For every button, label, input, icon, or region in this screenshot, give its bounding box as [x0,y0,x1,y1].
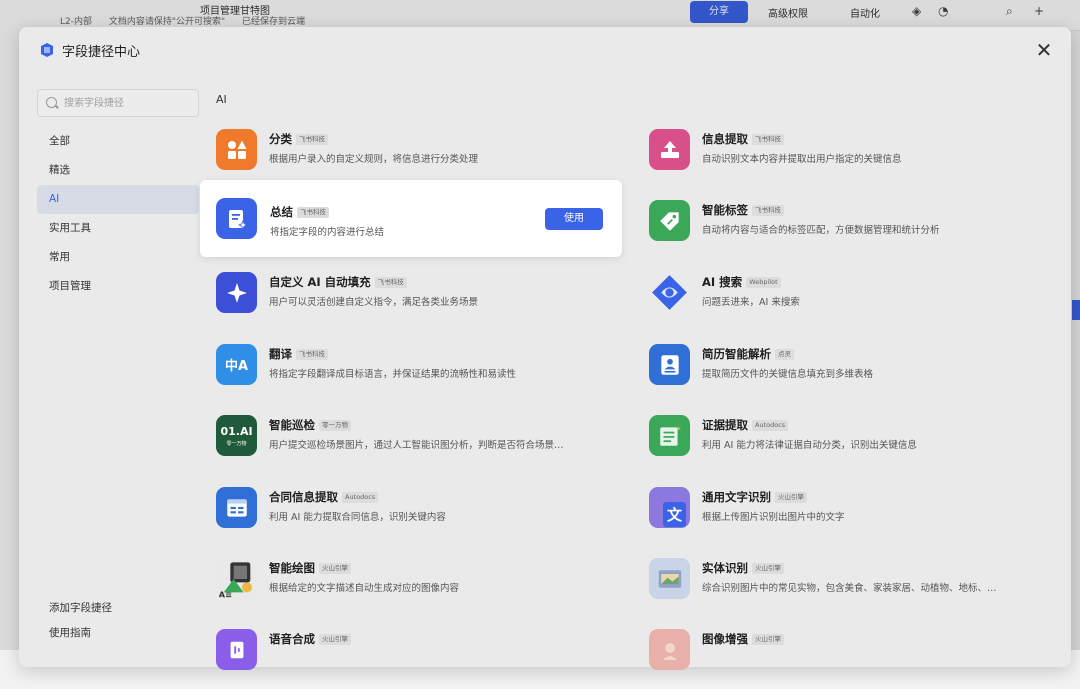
provider-tag: Autodocs [752,420,789,431]
dialog-header: 字段捷径中心 ✕ [19,27,1071,73]
search-field[interactable] [37,89,199,117]
dialog-title: 字段捷径中心 [62,45,141,60]
translate-icon: 中A [216,344,257,385]
shortcut-card-summarize[interactable]: 总结 飞书科技 将指定字段的内容进行总结 使用 [200,180,622,257]
card-title: 实体识别 火山引擎 [702,560,784,576]
card-title: 图像增强 火山引擎 [702,631,784,647]
nav-item-all[interactable]: 全部 [37,127,199,156]
close-icon[interactable]: ✕ [1033,39,1055,61]
card-description: 根据用户录入的自定义规则，将信息进行分类处理 [269,154,479,165]
card-description: 利用 AI 能力将法律证据自动分类，识别出关键信息 [702,440,917,451]
add-shortcut-link[interactable]: 添加字段捷径 [49,600,112,615]
shortcut-card-translate[interactable]: 中A 翻译 飞书科技 将指定字段翻译成目标语言，并保证结果的流畅性和易读性 [216,342,620,404]
card-title: 通用文字识别 火山引擎 [702,489,807,505]
provider-tag: 飞书科技 [296,349,328,360]
card-title: 语音合成 火山引擎 [269,631,351,647]
nav-item-common[interactable]: 常用 [37,243,199,272]
webpilot-icon [649,272,690,313]
card-description: 自动将内容与适合的标签匹配，方便数据管理和统计分析 [702,225,940,236]
01ai-logo-icon: 01.AI 零一万物 [216,415,257,456]
provider-tag: Webpilot [746,277,781,288]
shortcut-card-custom-ai-fill[interactable]: 自定义 AI 自动填充 飞书科技 用户可以灵活创建自定义指令，满足各类业务场景 [216,270,620,332]
card-title: 自定义 AI 自动填充 飞书科技 [269,274,407,290]
shortcut-card-info-extract[interactable]: 信息提取 飞书科技 自动识别文本内容并提取出用户指定的关键信息 [649,127,1053,189]
sparkle-icon [216,272,257,313]
card-title: 分类 飞书科技 [269,131,328,147]
card-description: 根据给定的文字描述自动生成对应的图像内容 [269,583,460,594]
provider-tag: 火山引擎 [752,563,784,574]
provider-tag: 零一万物 [319,420,351,431]
shortcut-card-evidence-extract[interactable]: 证据提取 Autodocs 利用 AI 能力将法律证据自动分类，识别出关键信息 [649,413,1053,475]
grid-icon [216,129,257,170]
ocr-glyph: 文 [662,502,686,527]
card-description: 利用 AI 能力提取合同信息，识别关键内容 [269,512,446,523]
ocr-icon: 文 [649,487,690,528]
category-nav: 全部 精选 AI 实用工具 常用 项目管理 [37,127,199,301]
image-gen-icon: A≡ [216,558,257,599]
provider-tag: 火山引擎 [319,634,351,645]
card-description: 将指定字段翻译成目标语言，并保证结果的流畅性和易读性 [269,369,517,380]
provider-tag: Autodocs [342,492,379,503]
shortcut-card-inspection[interactable]: 01.AI 零一万物 智能巡检 零一万物 用户提交巡检场景图片，通过人工智能识图分… [216,413,620,475]
card-description: 用户提交巡检场景图片，通过人工智能识图分析，判断是否符合场景… [269,440,564,451]
shortcut-card-entity-recognition[interactable]: 实体识别 火山引擎 综合识别图片中的常见实物，包含美食、家装家居、动植物、地标、… [649,556,1053,618]
extract-icon [649,129,690,170]
provider-tag: 飞书科技 [752,205,784,216]
card-description: 问题丢进来，AI 来搜索 [702,297,800,308]
card-title: 智能标签 飞书科技 [702,202,784,218]
svg-text:A≡: A≡ [218,589,231,599]
provider-tag: 飞书科技 [296,134,328,145]
tag-icon [649,200,690,241]
card-description: 自动识别文本内容并提取出用户指定的关键信息 [702,154,902,165]
search-icon [46,97,57,108]
summary-doc-icon [216,198,257,239]
field-shortcut-center-dialog: 字段捷径中心 ✕ 全部 精选 AI 实用工具 常用 项目管理 添加字段捷径 使用… [19,27,1071,670]
shortcut-card-image-enhance[interactable]: 图像增强 火山引擎 [649,627,1053,689]
shortcut-card-ocr[interactable]: 文 通用文字识别 火山引擎 根据上传图片识别出图片中的文字 [649,485,1053,547]
card-title: 简历智能解析 点灵 [702,346,794,362]
resume-icon [649,344,690,385]
card-description: 根据上传图片识别出图片中的文字 [702,512,845,523]
shortcut-card-smart-tag[interactable]: 智能标签 飞书科技 自动将内容与适合的标签匹配，方便数据管理和统计分析 [649,198,1053,260]
card-title: 信息提取 飞书科技 [702,131,784,147]
provider-tag: 飞书科技 [297,207,329,218]
shortcut-card-tts[interactable]: 语音合成 火山引擎 [216,627,620,689]
card-title: 合同信息提取 Autodocs [269,489,379,505]
card-description: 综合识别图片中的常见实物，包含美食、家装家居、动植物、地标、… [702,583,997,594]
shortcut-logo-icon [41,43,53,57]
search-input[interactable] [62,93,196,113]
contract-icon [216,487,257,528]
card-title: 总结 飞书科技 [270,204,329,220]
provider-tag: 火山引擎 [319,563,351,574]
provider-tag: 飞书科技 [752,134,784,145]
evidence-icon [649,415,690,456]
provider-tag: 火山引擎 [775,492,807,503]
shortcut-card-ai-search[interactable]: AI 搜索 Webpilot 问题丢进来，AI 来搜索 [649,270,1053,332]
shortcut-card-resume-parse[interactable]: 简历智能解析 点灵 提取简历文件的关键信息填充到多维表格 [649,342,1053,404]
nav-item-featured[interactable]: 精选 [37,156,199,185]
use-button[interactable]: 使用 [545,208,603,230]
card-description: 提取简历文件的关键信息填充到多维表格 [702,369,874,380]
card-title: 智能巡检 零一万物 [269,417,351,433]
logo-text: 01.AI [220,424,253,438]
entity-icon [649,558,690,599]
nav-item-tools[interactable]: 实用工具 [37,214,199,243]
section-title: AI [216,93,227,106]
card-title: 智能绘图 火山引擎 [269,560,351,576]
logo-subtext: 零一万物 [226,440,247,447]
card-title: 翻译 飞书科技 [269,346,328,362]
nav-item-ai[interactable]: AI [37,185,199,214]
provider-tag: 点灵 [775,349,794,360]
card-title: 证据提取 Autodocs [702,417,789,433]
user-guide-link[interactable]: 使用指南 [49,625,91,640]
shortcut-card-image-gen[interactable]: A≡ 智能绘图 火山引擎 根据给定的文字描述自动生成对应的图像内容 [216,556,620,618]
shortcut-card-contract-extract[interactable]: 合同信息提取 Autodocs 利用 AI 能力提取合同信息，识别关键内容 [216,485,620,547]
card-title: AI 搜索 Webpilot [702,274,781,290]
provider-tag: 火山引擎 [752,634,784,645]
provider-tag: 飞书科技 [374,277,407,288]
card-description: 用户可以灵活创建自定义指令，满足各类业务场景 [269,297,479,308]
nav-item-project[interactable]: 项目管理 [37,272,199,301]
